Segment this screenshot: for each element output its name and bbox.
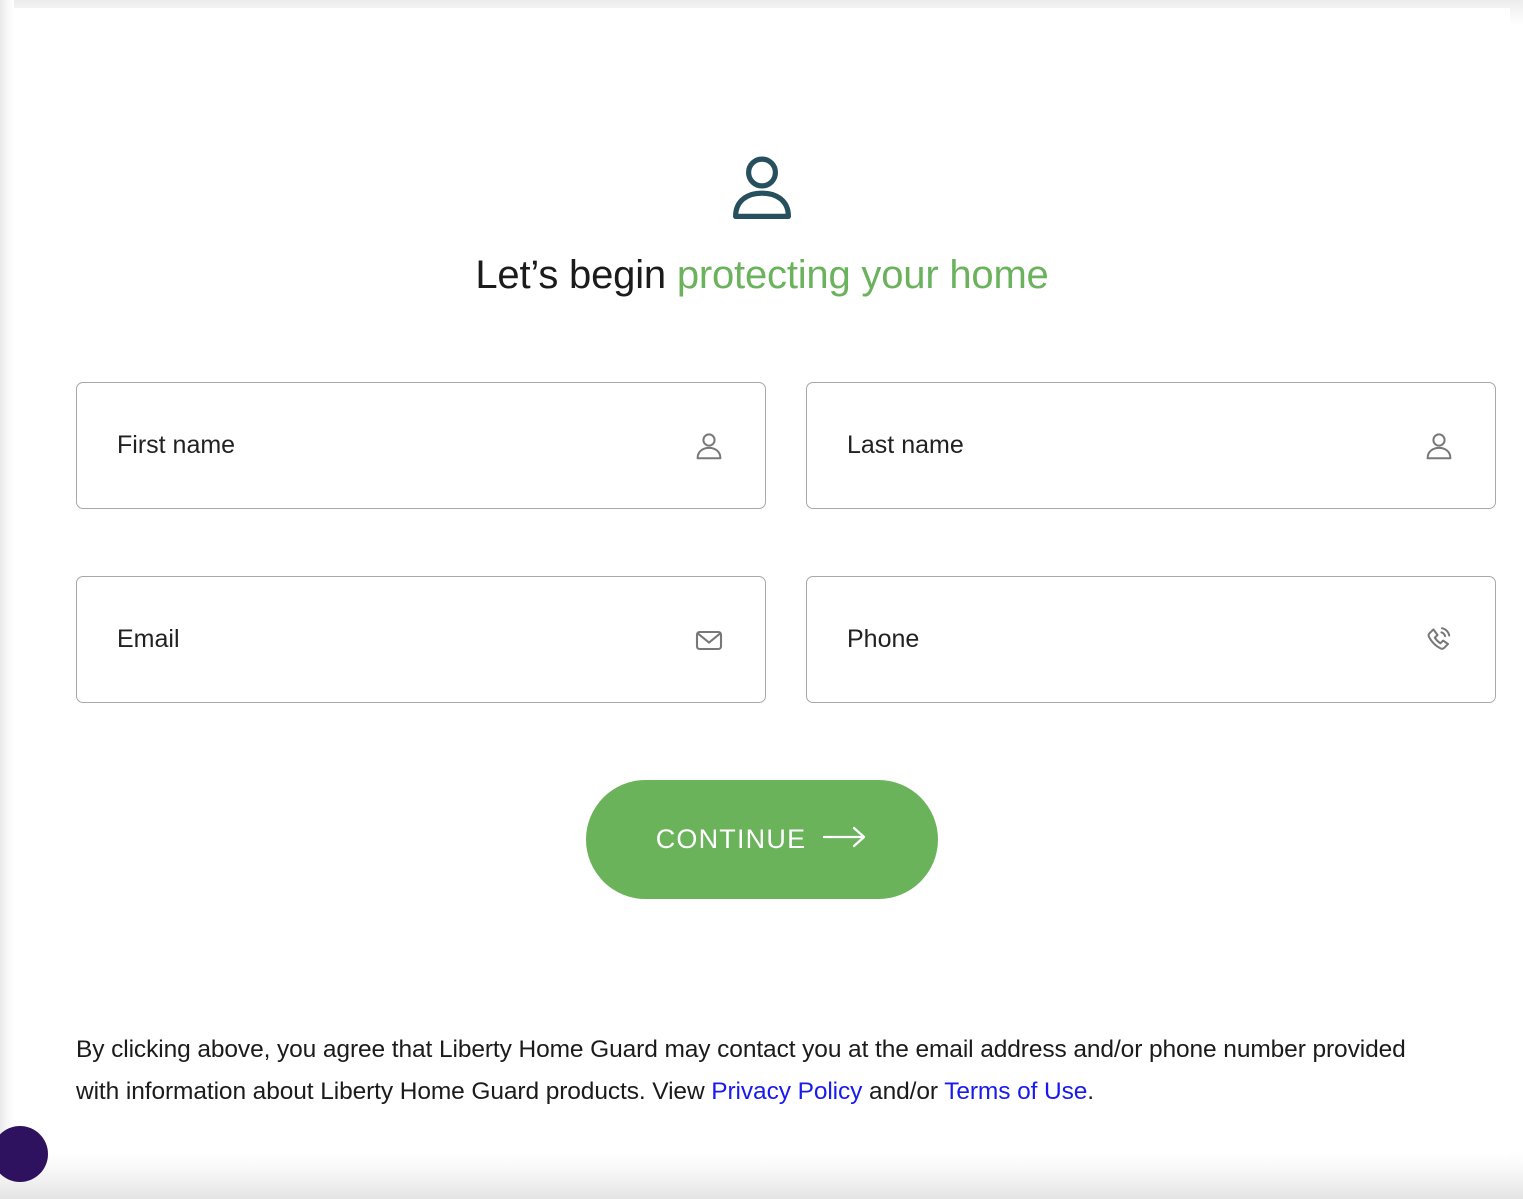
envelope-icon (689, 620, 729, 660)
email-label: Email (117, 625, 180, 653)
disclaimer-text-part2: and/or (862, 1078, 945, 1106)
phone-in-talk-icon (1419, 620, 1459, 660)
lead-form-card: Let’s begin protecting your home First n… (0, 8, 1510, 1182)
terms-of-use-link[interactable]: Terms of Use (944, 1078, 1087, 1105)
person-icon (689, 426, 729, 466)
phone-label: Phone (847, 625, 920, 653)
legal-disclaimer: By clicking above, you agree that Libert… (28, 1029, 1496, 1113)
first-name-label: First name (117, 431, 236, 459)
privacy-policy-link[interactable]: Privacy Policy (711, 1078, 862, 1105)
disclaimer-text-part3: . (1087, 1078, 1095, 1106)
phone-field[interactable]: Phone (806, 576, 1496, 703)
person-icon (731, 155, 793, 221)
cta-wrapper: CONTINUE (76, 780, 1448, 899)
last-name-field[interactable]: Last name (806, 382, 1496, 509)
last-name-label: Last name (847, 431, 964, 459)
page-title: Let’s begin protecting your home (14, 251, 1510, 299)
person-icon (1419, 426, 1459, 466)
email-field[interactable]: Email (76, 576, 766, 703)
headline-accent: protecting your home (676, 253, 1049, 297)
lead-capture-form: First name Last name Email Phone CONTINU… (28, 382, 1496, 899)
first-name-field[interactable]: First name (76, 382, 766, 509)
continue-button-label: CONTINUE (655, 824, 807, 854)
continue-button[interactable]: CONTINUE (586, 780, 938, 899)
field-grid: First name Last name Email Phone (76, 382, 1496, 703)
headline-lead: Let’s begin (475, 253, 677, 297)
form-header: Let’s begin protecting your home (14, 8, 1510, 299)
arrow-right-icon (822, 824, 868, 855)
